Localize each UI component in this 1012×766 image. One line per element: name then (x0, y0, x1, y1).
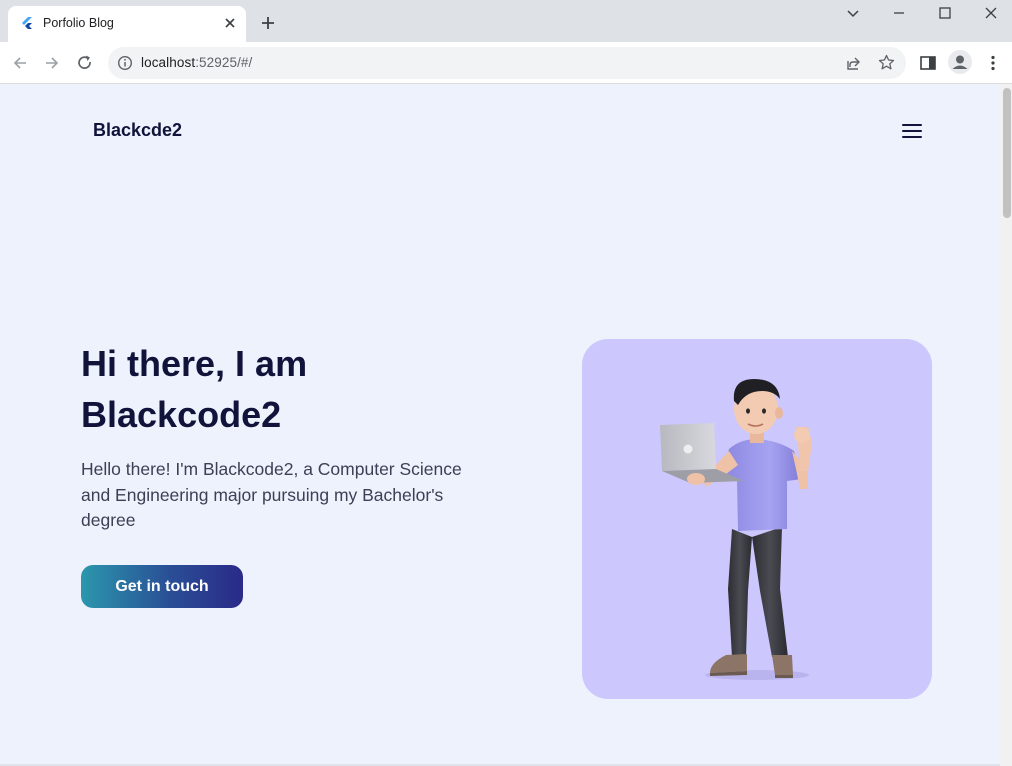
share-icon[interactable] (846, 55, 862, 71)
hero-description: Hello there! I'm Blackcode2, a Computer … (81, 459, 462, 530)
person-with-laptop-illustration (660, 379, 812, 680)
scrollbar-thumb[interactable] (1003, 88, 1011, 218)
flutter-favicon-icon (22, 17, 32, 29)
hero-title-line1: Hi there, I am (81, 343, 308, 384)
url-path: :52925/#/ (195, 55, 253, 70)
reload-icon[interactable] (75, 53, 95, 73)
side-panel-icon[interactable] (918, 53, 938, 73)
address-bar[interactable]: localhost:52925/#/ (108, 47, 906, 79)
browser-tab[interactable]: Porfolio Blog (8, 6, 246, 42)
minimize-icon[interactable] (890, 4, 908, 22)
bookmark-star-icon[interactable] (878, 54, 895, 71)
close-window-icon[interactable] (982, 4, 1000, 22)
new-tab-icon[interactable] (258, 13, 278, 33)
tab-title: Porfolio Blog (43, 16, 114, 30)
hero-illustration-card (582, 339, 932, 699)
site-info-icon[interactable] (117, 55, 133, 71)
url-host: localhost (141, 55, 196, 70)
more-options-icon[interactable] (983, 53, 1003, 73)
tab-search-chevron-icon[interactable] (844, 4, 862, 22)
page-viewport: Blackcde2 Hi there, I am Blackcode2 Hell… (0, 84, 1000, 766)
hero-title: Hi there, I am Blackcode2 (81, 338, 501, 440)
maximize-icon[interactable] (936, 4, 954, 22)
get-in-touch-button[interactable]: Get in touch (81, 565, 243, 608)
close-tab-icon[interactable] (222, 15, 238, 31)
hero-title-line2: Blackcode2 (81, 394, 282, 435)
profile-avatar-icon[interactable] (948, 50, 972, 74)
url-text: localhost:52925/#/ (141, 55, 252, 70)
browser-toolbar: localhost:52925/#/ (0, 42, 1012, 84)
browser-tab-strip: Porfolio Blog (0, 0, 1012, 42)
back-arrow-icon[interactable] (10, 53, 30, 73)
hamburger-menu-icon[interactable] (902, 124, 922, 138)
forward-arrow-icon[interactable] (42, 53, 62, 73)
site-brand[interactable]: Blackcde2 (93, 120, 182, 141)
